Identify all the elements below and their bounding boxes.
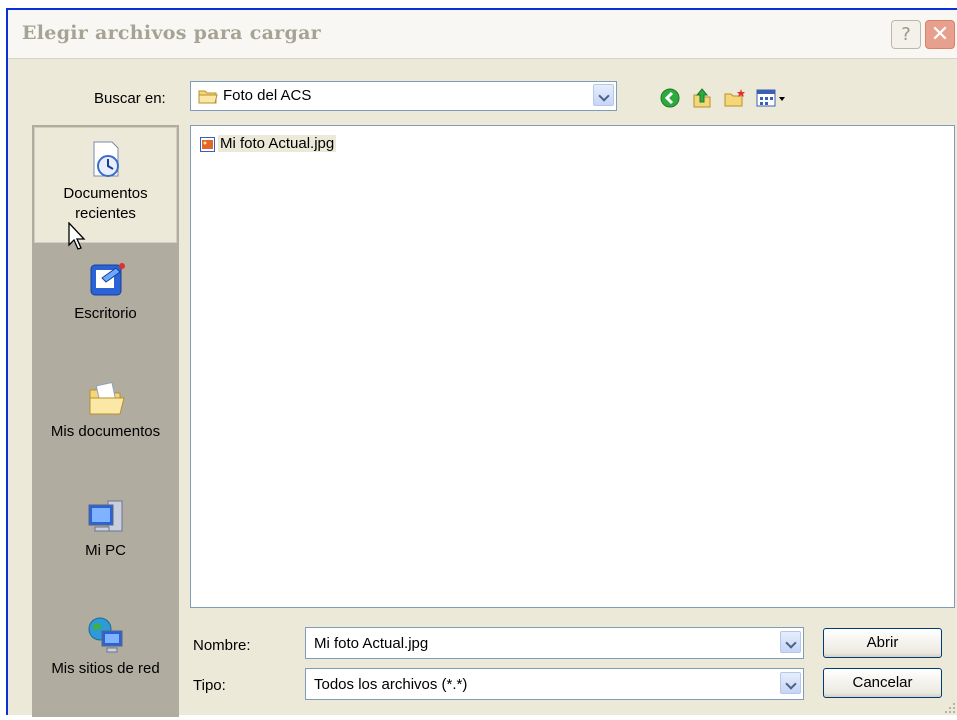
window-title: Elegir archivos para cargar (22, 22, 321, 44)
file-name: Mi foto Actual.jpg (218, 135, 337, 152)
place-label: Mis sitios de red (51, 660, 160, 677)
place-network[interactable]: Mis sitios de red (32, 615, 179, 679)
place-label: Escritorio (74, 305, 137, 322)
filename-value: Mi foto Actual.jpg (314, 635, 429, 652)
back-icon[interactable] (659, 87, 681, 114)
lookin-combo[interactable]: Foto del ACS (190, 81, 617, 111)
filename-dropdown-button[interactable] (780, 631, 801, 653)
lookin-label: Buscar en: (94, 90, 166, 107)
network-places-icon (86, 615, 126, 655)
title-bar[interactable]: Elegir archivos para cargar ? ✕ (8, 10, 957, 59)
resize-grip-icon[interactable] (943, 701, 957, 715)
views-menu-icon[interactable] (756, 87, 788, 114)
open-button[interactable]: Abrir (823, 628, 942, 658)
place-desktop[interactable]: Escritorio (32, 260, 179, 324)
close-button[interactable]: ✕ (925, 20, 955, 49)
place-my-documents[interactable]: Mis documentos (32, 378, 179, 442)
my-computer-icon (86, 497, 126, 537)
filename-input[interactable]: Mi foto Actual.jpg (305, 627, 804, 659)
filetype-value: Todos los archivos (*.*) (314, 676, 468, 693)
file-dialog-window: Elegir archivos para cargar ? ✕ Buscar e… (6, 8, 957, 717)
help-button[interactable]: ? (891, 20, 921, 49)
filename-label: Nombre: (193, 637, 251, 654)
lookin-dropdown-button[interactable] (593, 84, 614, 106)
place-label: Mi PC (85, 542, 126, 559)
cancel-button[interactable]: Cancelar (823, 668, 942, 698)
close-icon: ✕ (930, 22, 950, 47)
filetype-dropdown-button[interactable] (780, 672, 801, 694)
my-documents-icon (86, 378, 126, 418)
place-recent-documents[interactable]: Documentos recientes (34, 127, 177, 243)
lookin-value: Foto del ACS (223, 87, 312, 104)
folder-icon (198, 88, 218, 110)
places-bar: Documentos recientes Escritorio Mis docu… (32, 125, 179, 717)
jpg-file-icon (200, 137, 215, 152)
place-label: Mis documentos (50, 423, 161, 440)
filetype-select[interactable]: Todos los archivos (*.*) (305, 668, 804, 700)
recent-documents-icon (86, 140, 126, 180)
place-label: recientes (75, 205, 136, 222)
place-my-computer[interactable]: Mi PC (32, 497, 179, 561)
help-icon: ? (901, 24, 911, 45)
up-folder-icon[interactable] (691, 87, 713, 114)
mouse-cursor-icon (68, 221, 88, 257)
file-list[interactable]: Mi foto Actual.jpg (190, 125, 955, 608)
new-folder-icon[interactable] (723, 87, 747, 114)
place-label: Documentos (63, 185, 148, 202)
filetype-label: Tipo: (193, 677, 226, 694)
desktop-icon (86, 260, 126, 300)
